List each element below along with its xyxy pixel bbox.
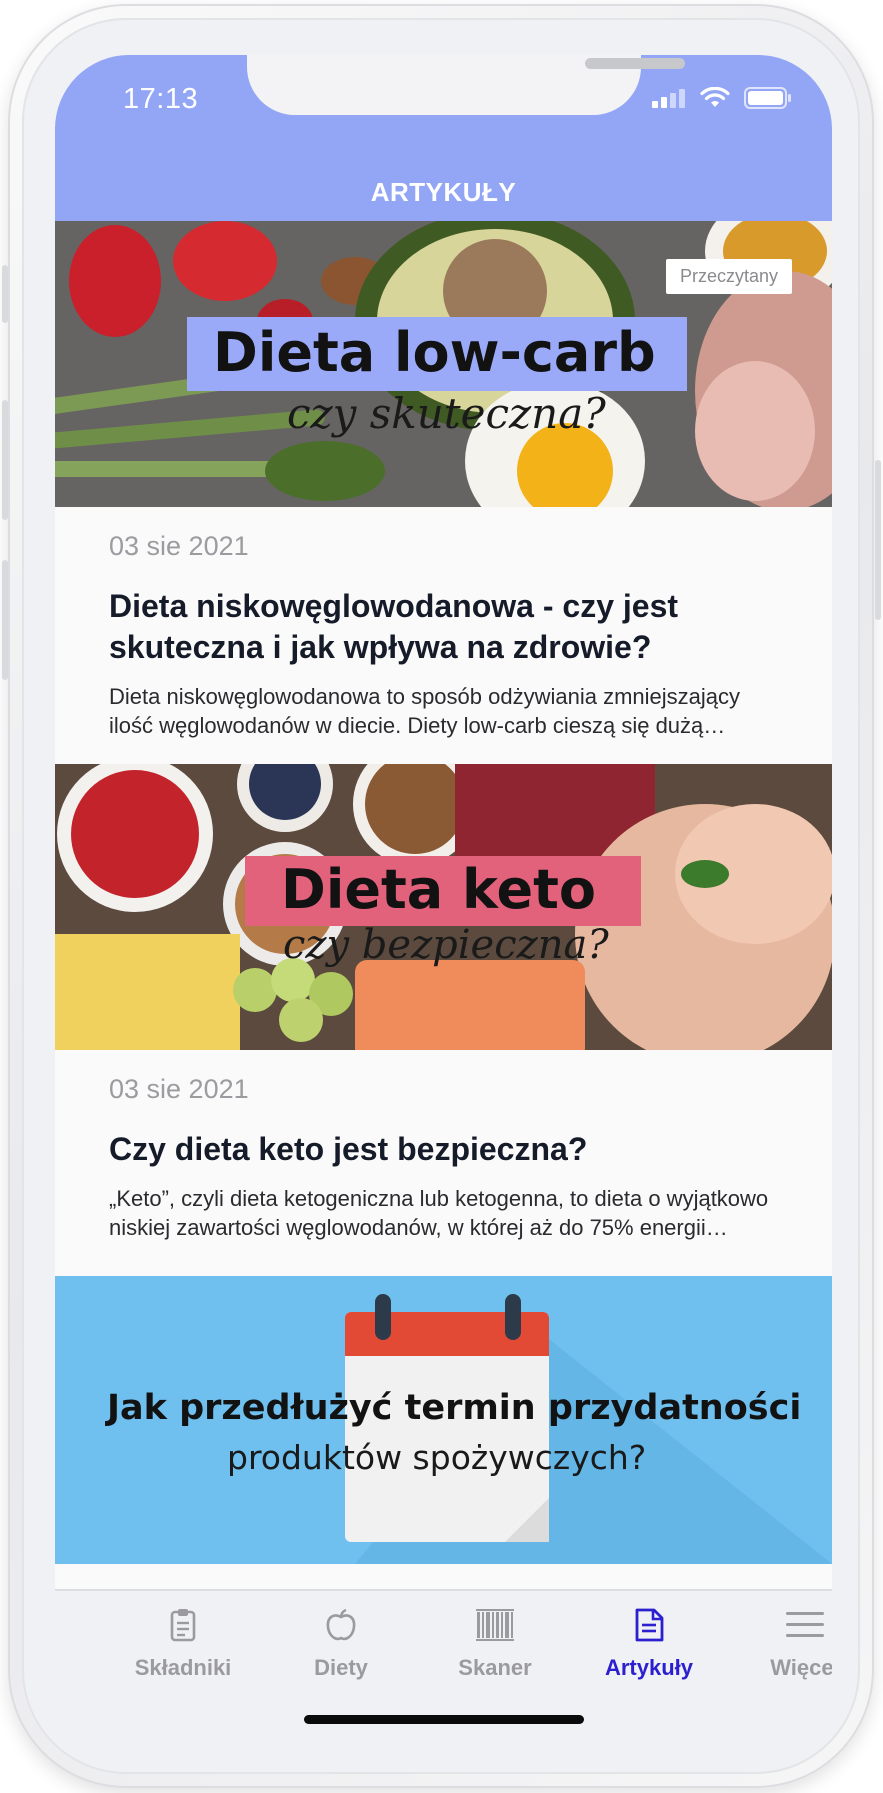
article-excerpt: „Keto”, czyli dieta ketogeniczna lub ket… bbox=[109, 1186, 769, 1240]
article-feed[interactable]: Przeczytany Dieta low-carb czy skuteczna… bbox=[55, 221, 832, 1589]
tab-skaner[interactable]: Skaner bbox=[425, 1603, 565, 1681]
document-icon bbox=[635, 1608, 664, 1642]
app-screen: 17:13 ARTYKUŁY Przeczytany Dieta low-car… bbox=[55, 55, 832, 1748]
tab-label: Skaner bbox=[458, 1655, 532, 1680]
article-body: 03 sie 2021 Dieta niskowęglowodanowa - c… bbox=[55, 507, 832, 764]
apple-icon bbox=[326, 1608, 356, 1641]
wifi-icon bbox=[700, 87, 730, 107]
banner-title: Jak przedłużyć termin przydatności bbox=[107, 1388, 802, 1428]
article-date: 03 sie 2021 bbox=[109, 531, 249, 561]
article-banner: Dieta keto czy bezpieczna? bbox=[55, 764, 832, 1050]
banner-subtitle: czy skuteczna? bbox=[287, 389, 606, 438]
article-excerpt: Dieta niskowęglowodanowa to sposób odżyw… bbox=[109, 684, 741, 738]
banner-subtitle: produktów spożywczych? bbox=[227, 1438, 647, 1477]
barcode-icon bbox=[476, 1609, 514, 1641]
banner-subtitle: czy bezpieczna? bbox=[283, 922, 609, 968]
tab-label: Więcej bbox=[770, 1655, 832, 1680]
banner-title: Dieta keto bbox=[281, 858, 597, 921]
article-card[interactable]: Przeczytany Dieta low-carb czy skuteczna… bbox=[55, 221, 832, 764]
volume-down-button bbox=[2, 560, 8, 680]
article-card[interactable]: Dieta keto czy bezpieczna? 03 sie 2021 C… bbox=[55, 764, 832, 1266]
tab-label: Artykuły bbox=[604, 1655, 694, 1680]
article-card[interactable]: Jak przedłużyć termin przydatności produ… bbox=[55, 1266, 832, 1564]
tab-label: Diety bbox=[314, 1655, 368, 1680]
article-title[interactable]: Dieta niskowęglowodanowa - czy jest skut… bbox=[109, 586, 778, 668]
tab-diety[interactable]: Diety bbox=[271, 1603, 411, 1681]
read-badge: Przeczytany bbox=[665, 259, 792, 294]
camera-notch bbox=[247, 55, 685, 115]
clipboard-icon bbox=[170, 1609, 196, 1642]
tab-wiecej[interactable]: Więcej bbox=[735, 1603, 832, 1681]
speaker-grille bbox=[585, 58, 685, 69]
article-body: 03 sie 2021 Czy dieta keto jest bezpiecz… bbox=[55, 1050, 832, 1266]
status-icons bbox=[652, 87, 792, 109]
cellular-signal-icon bbox=[652, 89, 685, 108]
volume-up-button bbox=[2, 400, 8, 520]
side-button bbox=[2, 265, 8, 323]
tab-skladniki[interactable]: Składniki bbox=[113, 1603, 253, 1681]
tab-label: Składniki bbox=[134, 1655, 232, 1680]
power-button bbox=[875, 460, 881, 620]
page-title: ARTYKUŁY bbox=[55, 167, 832, 217]
article-banner: Przeczytany Dieta low-carb czy skuteczna… bbox=[55, 221, 832, 507]
article-title[interactable]: Czy dieta keto jest bezpieczna? bbox=[109, 1129, 778, 1170]
article-date: 03 sie 2021 bbox=[109, 1074, 249, 1104]
status-time: 17:13 bbox=[123, 83, 199, 115]
battery-icon bbox=[744, 87, 791, 109]
home-indicator[interactable] bbox=[304, 1715, 584, 1724]
banner-title: Dieta low-carb bbox=[213, 321, 656, 384]
tab-artykuly[interactable]: Artykuły bbox=[579, 1603, 719, 1681]
article-banner: Jak przedłużyć termin przydatności produ… bbox=[55, 1276, 832, 1564]
menu-icon bbox=[786, 1612, 824, 1637]
tab-bar: Składniki Diety Skaner Artykuły Więce bbox=[55, 1589, 832, 1748]
